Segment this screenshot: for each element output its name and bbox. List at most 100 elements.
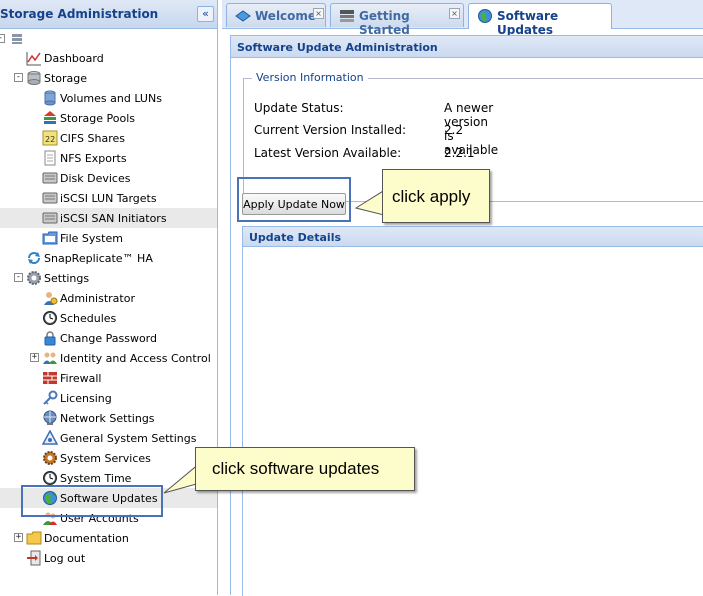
firewall-icon	[42, 370, 58, 386]
tab-label: Welcome	[255, 9, 317, 23]
collapse-toggle-icon[interactable]: -	[14, 273, 23, 282]
sidebar-item-label: Identity and Access Control	[60, 352, 211, 365]
close-icon[interactable]: ×	[449, 8, 460, 19]
sidebar-item-iscsi-lun-targets[interactable]: iSCSI LUN Targets	[0, 188, 217, 208]
sidebar-item-label: Firewall	[60, 372, 102, 385]
sidebar-item-log-out[interactable]: Log out	[0, 548, 217, 568]
sidebar-item-snapreplicate-ha[interactable]: SnapReplicate™ HA	[0, 248, 217, 268]
sidebar-item-label: SnapReplicate™ HA	[44, 252, 153, 265]
sidebar-item-dashboard[interactable]: Dashboard	[0, 48, 217, 68]
sidebar-item-iscsi-san-initiators[interactable]: iSCSI SAN Initiators	[0, 208, 217, 228]
expand-toggle-icon[interactable]: +	[14, 533, 23, 542]
tab-label: Getting Started	[359, 9, 410, 37]
sidebar-item-licensing[interactable]: Licensing	[0, 388, 217, 408]
tree-root[interactable]: -	[0, 29, 217, 49]
sidebar-item-nfs-exports[interactable]: NFS Exports	[0, 148, 217, 168]
current-version-label: Current Version Installed:	[254, 123, 406, 137]
iscsi-initiator-icon	[42, 210, 58, 226]
system-settings-icon	[42, 430, 58, 446]
update-details-header[interactable]: Update Details	[242, 226, 703, 247]
sidebar-item-disk-devices[interactable]: Disk Devices	[0, 168, 217, 188]
sidebar-item-label: Licensing	[60, 392, 112, 405]
panel-header: Software Update Administration	[231, 36, 703, 58]
clock-icon	[42, 310, 58, 326]
dashboard-icon	[26, 50, 42, 66]
panel-title: Software Update Administration	[237, 41, 438, 54]
key-icon	[42, 390, 58, 406]
tab-strip: Welcome × Getting Started × Software Upd…	[222, 0, 703, 37]
identity-icon	[42, 350, 58, 366]
sidebar-item-label: iSCSI LUN Targets	[60, 192, 157, 205]
sidebar-item-settings[interactable]: - Settings	[0, 268, 217, 288]
close-icon[interactable]: ×	[313, 8, 324, 19]
collapse-toggle-icon[interactable]: -	[0, 34, 5, 43]
network-icon	[42, 410, 58, 426]
clock-icon	[42, 470, 58, 486]
software-updates-callout: click software updates	[195, 447, 415, 491]
sidebar-item-schedules[interactable]: Schedules	[0, 308, 217, 328]
software-update-panel: Software Update Administration Version I…	[230, 35, 703, 596]
software-updates-highlight	[21, 485, 163, 517]
sidebar-item-label: General System Settings	[60, 432, 197, 445]
software-updates-callout-text: click software updates	[212, 459, 380, 478]
gear-icon	[26, 270, 42, 286]
sidebar-item-label: Log out	[44, 552, 86, 565]
sidebar-item-label: File System	[60, 232, 123, 245]
admin-icon	[42, 290, 58, 306]
tab-welcome[interactable]: Welcome ×	[226, 3, 326, 27]
sidebar-item-firewall[interactable]: Firewall	[0, 368, 217, 388]
disk-icon	[42, 170, 58, 186]
sidebar-item-label: Volumes and LUNs	[60, 92, 162, 105]
getting-started-icon	[339, 8, 355, 24]
sidebar-item-network-settings[interactable]: Network Settings	[0, 408, 217, 428]
current-version-row: Current Version Installed: 2.2	[254, 123, 463, 139]
update-status-row: Update Status: A newer version is availa…	[254, 101, 498, 157]
update-status-label: Update Status:	[254, 101, 344, 115]
sidebar-item-label: Change Password	[60, 332, 157, 345]
sidebar-item-cifs-shares[interactable]: 22 CIFS Shares	[0, 128, 217, 148]
folder-icon	[42, 230, 58, 246]
fieldset-legend: Version Information	[252, 71, 368, 84]
sidebar-item-file-system[interactable]: File System	[0, 228, 217, 248]
sidebar-item-identity-and-access-control[interactable]: + Identity and Access Control	[0, 348, 217, 368]
globe-update-icon	[477, 8, 493, 24]
sidebar-item-label: NFS Exports	[60, 152, 127, 165]
tab-getting-started[interactable]: Getting Started ×	[330, 3, 464, 37]
update-details-title: Update Details	[249, 231, 342, 244]
apply-callout-text: click apply	[392, 187, 471, 206]
sidebar-item-documentation[interactable]: + Documentation	[0, 528, 217, 548]
collapse-panel-button[interactable]: «	[197, 6, 214, 22]
latest-version-label: Latest Version Available:	[254, 146, 402, 160]
iscsi-target-icon	[42, 190, 58, 206]
storage-pool-icon	[42, 110, 58, 126]
server-icon	[9, 31, 25, 47]
sidebar-item-label: Dashboard	[44, 52, 104, 65]
replicate-icon	[26, 250, 42, 266]
collapse-toggle-icon[interactable]: -	[14, 73, 23, 82]
sidebar-item-storage-pools[interactable]: Storage Pools	[0, 108, 217, 128]
sidebar-item-storage[interactable]: - Storage	[0, 68, 217, 88]
sidebar-item-general-system-settings[interactable]: General System Settings	[0, 428, 217, 448]
tab-software-updates[interactable]: Software Updates	[468, 3, 612, 37]
expand-toggle-icon[interactable]: +	[30, 353, 39, 362]
navigation-title: Storage Administration	[0, 7, 159, 21]
sidebar-item-label: iSCSI SAN Initiators	[60, 212, 167, 225]
folder-icon	[26, 530, 42, 546]
sidebar-item-label: Schedules	[60, 312, 117, 325]
lock-icon	[42, 330, 58, 346]
services-icon	[42, 450, 58, 466]
current-version-value: 2.2	[444, 123, 464, 137]
sidebar-item-volumes-and-luns[interactable]: Volumes and LUNs	[0, 88, 217, 108]
sidebar-item-change-password[interactable]: Change Password	[0, 328, 217, 348]
sidebar-item-label: Administrator	[60, 292, 135, 305]
svg-text:22: 22	[45, 135, 55, 144]
volume-icon	[42, 90, 58, 106]
sidebar-item-label: Network Settings	[60, 412, 155, 425]
latest-version-row: Latest Version Available: 2.2.1	[254, 146, 475, 162]
sidebar-item-label: Settings	[44, 272, 90, 285]
sidebar-item-administrator[interactable]: Administrator	[0, 288, 217, 308]
tab-label: Software Updates	[497, 9, 559, 37]
apply-callout: click apply	[382, 169, 490, 223]
sidebar-item-label: Disk Devices	[60, 172, 131, 185]
sidebar-item-label: CIFS Shares	[60, 132, 126, 145]
